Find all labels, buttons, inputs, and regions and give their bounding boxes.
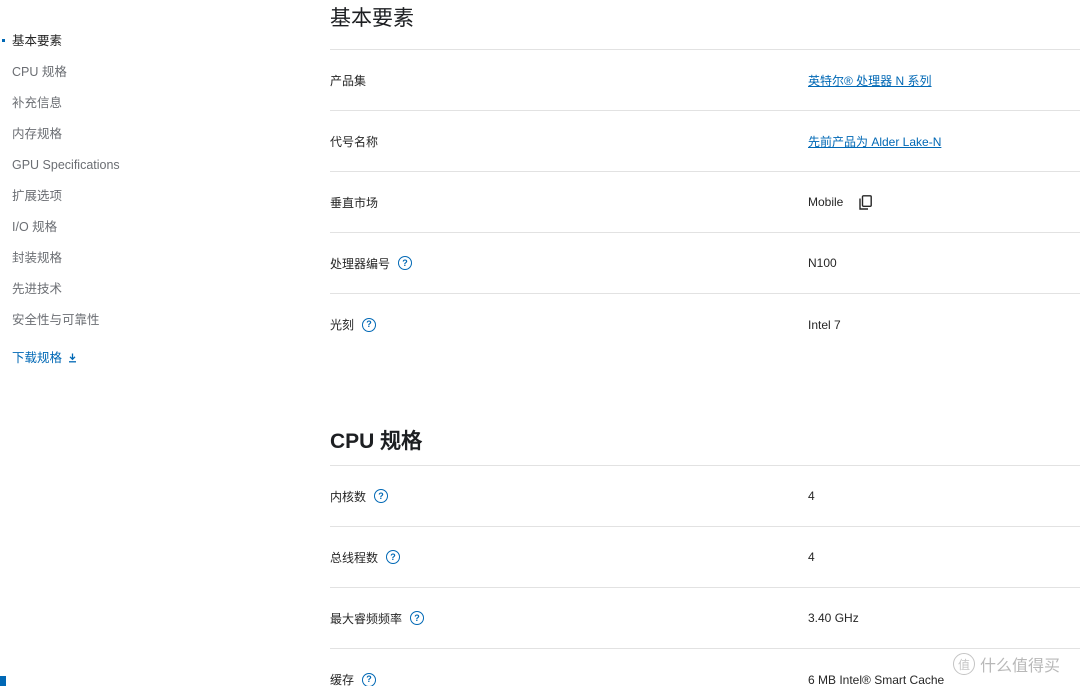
sidebar-item-gpu-specs[interactable]: GPU Specifications: [0, 152, 250, 183]
sidebar-item-expansion[interactable]: 扩展选项: [0, 183, 250, 214]
essentials-title: 基本要素: [330, 0, 1080, 50]
sidebar-item-supplemental[interactable]: 补充信息: [0, 90, 250, 121]
sidebar-item-advanced-tech[interactable]: 先进技术: [0, 276, 250, 307]
spec-label: 最大睿频频率: [330, 611, 403, 626]
sidebar-nav: 基本要素 CPU 规格 补充信息 内存规格 GPU Specifications…: [0, 28, 250, 370]
spec-content: 基本要素 产品集 英特尔® 处理器 N 系列 代号名称 先前产品为 Alder …: [330, 0, 1080, 686]
spec-label: 缓存: [330, 673, 355, 686]
essentials-section: 基本要素 产品集 英特尔® 处理器 N 系列 代号名称 先前产品为 Alder …: [330, 0, 1080, 355]
product-collection-link[interactable]: 英特尔® 处理器 N 系列: [808, 72, 932, 89]
spec-row-threads: 总线程数 ? 4: [330, 527, 1080, 588]
sidebar-item-package-specs[interactable]: 封装规格: [0, 245, 250, 276]
spec-row-product-collection: 产品集 英特尔® 处理器 N 系列: [330, 50, 1080, 111]
download-specs-label: 下载规格: [12, 351, 63, 365]
spec-value: 3.40 GHz: [808, 611, 859, 625]
spec-row-cores: 内核数 ? 4: [330, 466, 1080, 527]
spec-label: 代号名称: [330, 134, 379, 149]
watermark: 值 什么值得买: [953, 652, 1060, 676]
spec-value: 4: [808, 489, 815, 503]
help-icon[interactable]: ?: [362, 317, 377, 332]
help-icon[interactable]: ?: [374, 489, 389, 503]
copy-icon[interactable]: [859, 194, 873, 210]
spec-label: 产品集: [330, 73, 367, 88]
corner-accent: [0, 676, 6, 686]
help-icon[interactable]: ?: [386, 550, 401, 564]
help-icon[interactable]: ?: [398, 256, 413, 270]
watermark-text: 什么值得买: [980, 658, 1061, 675]
sidebar-item-memory-specs[interactable]: 内存规格: [0, 121, 250, 152]
spec-label: 光刻: [330, 318, 355, 332]
spec-row-lithography: 光刻 ? Intel 7: [330, 294, 1080, 355]
spec-value: N100: [808, 256, 837, 270]
download-icon: [69, 353, 77, 363]
cpu-specs-title: CPU 规格: [330, 415, 1080, 466]
sidebar-item-essentials[interactable]: 基本要素: [0, 28, 250, 59]
help-icon[interactable]: ?: [362, 672, 377, 686]
spec-value: 6 MB Intel® Smart Cache: [808, 672, 945, 686]
spec-value: Intel 7: [808, 317, 841, 332]
spec-label: 垂直市场: [330, 195, 379, 210]
spec-value: Mobile: [808, 195, 844, 209]
spec-value: 4: [808, 550, 815, 564]
download-specs-link[interactable]: 下载规格: [0, 346, 250, 370]
spec-row-vertical-segment: 垂直市场 Mobile: [330, 172, 1080, 233]
sidebar-item-io-specs[interactable]: I/O 规格: [0, 214, 250, 245]
spec-label: 处理器编号: [330, 256, 391, 271]
help-icon[interactable]: ?: [410, 611, 425, 625]
watermark-logo-icon: 值: [953, 653, 975, 675]
sidebar-item-cpu-specs[interactable]: CPU 规格: [0, 59, 250, 90]
spec-row-max-turbo: 最大睿频频率 ? 3.40 GHz: [330, 588, 1080, 649]
spec-label: 总线程数: [330, 550, 379, 565]
spec-row-code-name: 代号名称 先前产品为 Alder Lake-N: [330, 111, 1080, 172]
spec-label: 内核数: [330, 489, 367, 504]
code-name-link[interactable]: 先前产品为 Alder Lake-N: [808, 133, 941, 150]
spec-row-processor-number: 处理器编号 ? N100: [330, 233, 1080, 294]
sidebar-item-security[interactable]: 安全性与可靠性: [0, 307, 250, 338]
cpu-specs-section: CPU 规格 内核数 ? 4 总线程数 ? 4 最大睿频频率 ? 3.40 GH…: [330, 415, 1080, 686]
